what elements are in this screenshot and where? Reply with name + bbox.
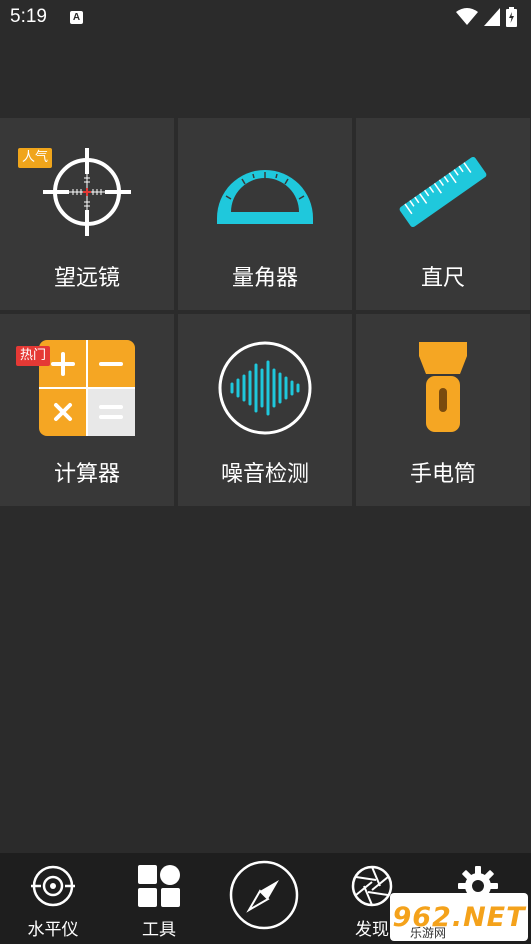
tool-grid: 人气 望远镜 量角器 直尺 热门 计算器 噪音检测 手电筒	[0, 118, 531, 506]
battery-icon	[506, 7, 517, 27]
badge-popular: 人气	[18, 148, 53, 168]
nav-label: 水平仪	[27, 920, 79, 940]
tool-label: 直尺	[420, 266, 465, 291]
telescope-crosshair-icon	[43, 148, 131, 236]
tool-label: 计算器	[53, 462, 120, 487]
calculator-icon	[39, 340, 135, 436]
notification-icon: A	[70, 11, 83, 24]
watermark-logo: 962.NET 乐游网	[390, 893, 528, 941]
tool-noise-detection[interactable]: 噪音检测	[178, 314, 352, 506]
nav-icon	[114, 863, 204, 909]
flashlight-icon-wrap	[356, 338, 530, 438]
flashlight-icon	[419, 342, 467, 432]
tool-ruler[interactable]: 直尺	[356, 118, 530, 310]
tool-label: 量角器	[231, 266, 298, 291]
protractor-icon-wrap	[178, 142, 352, 242]
tool-protractor[interactable]: 量角器	[178, 118, 352, 310]
grid-tools-icon	[138, 865, 180, 907]
status-indicators	[456, 7, 517, 27]
nav-compass-button[interactable]	[229, 860, 299, 930]
level-target-icon	[31, 865, 75, 907]
status-bar: 5:19 A	[0, 0, 531, 36]
nav-icon	[8, 863, 98, 909]
ruler-icon	[399, 156, 487, 228]
sound-wave-icon	[218, 341, 312, 435]
status-time: 5:19	[10, 6, 47, 27]
tool-label: 噪音检测	[220, 462, 309, 487]
tool-flashlight[interactable]: 手电筒	[356, 314, 530, 506]
compass-icon	[229, 860, 299, 930]
tool-label: 望远镜	[53, 266, 120, 291]
protractor-icon	[217, 170, 313, 224]
wifi-icon	[456, 8, 478, 25]
nav-tools[interactable]: 工具	[114, 853, 204, 944]
ruler-icon-wrap	[356, 142, 530, 242]
tool-label: 手电筒	[409, 462, 476, 487]
aperture-icon	[351, 865, 393, 907]
signal-icon	[484, 8, 500, 26]
noise-icon-wrap	[178, 338, 352, 438]
tool-telescope[interactable]: 人气 望远镜	[0, 118, 174, 310]
watermark-sub: 乐游网	[410, 926, 447, 940]
nav-label: 工具	[142, 920, 176, 940]
nav-level[interactable]: 水平仪	[8, 853, 98, 944]
tool-calculator[interactable]: 热门 计算器	[0, 314, 174, 506]
badge-hot: 热门	[16, 346, 51, 366]
